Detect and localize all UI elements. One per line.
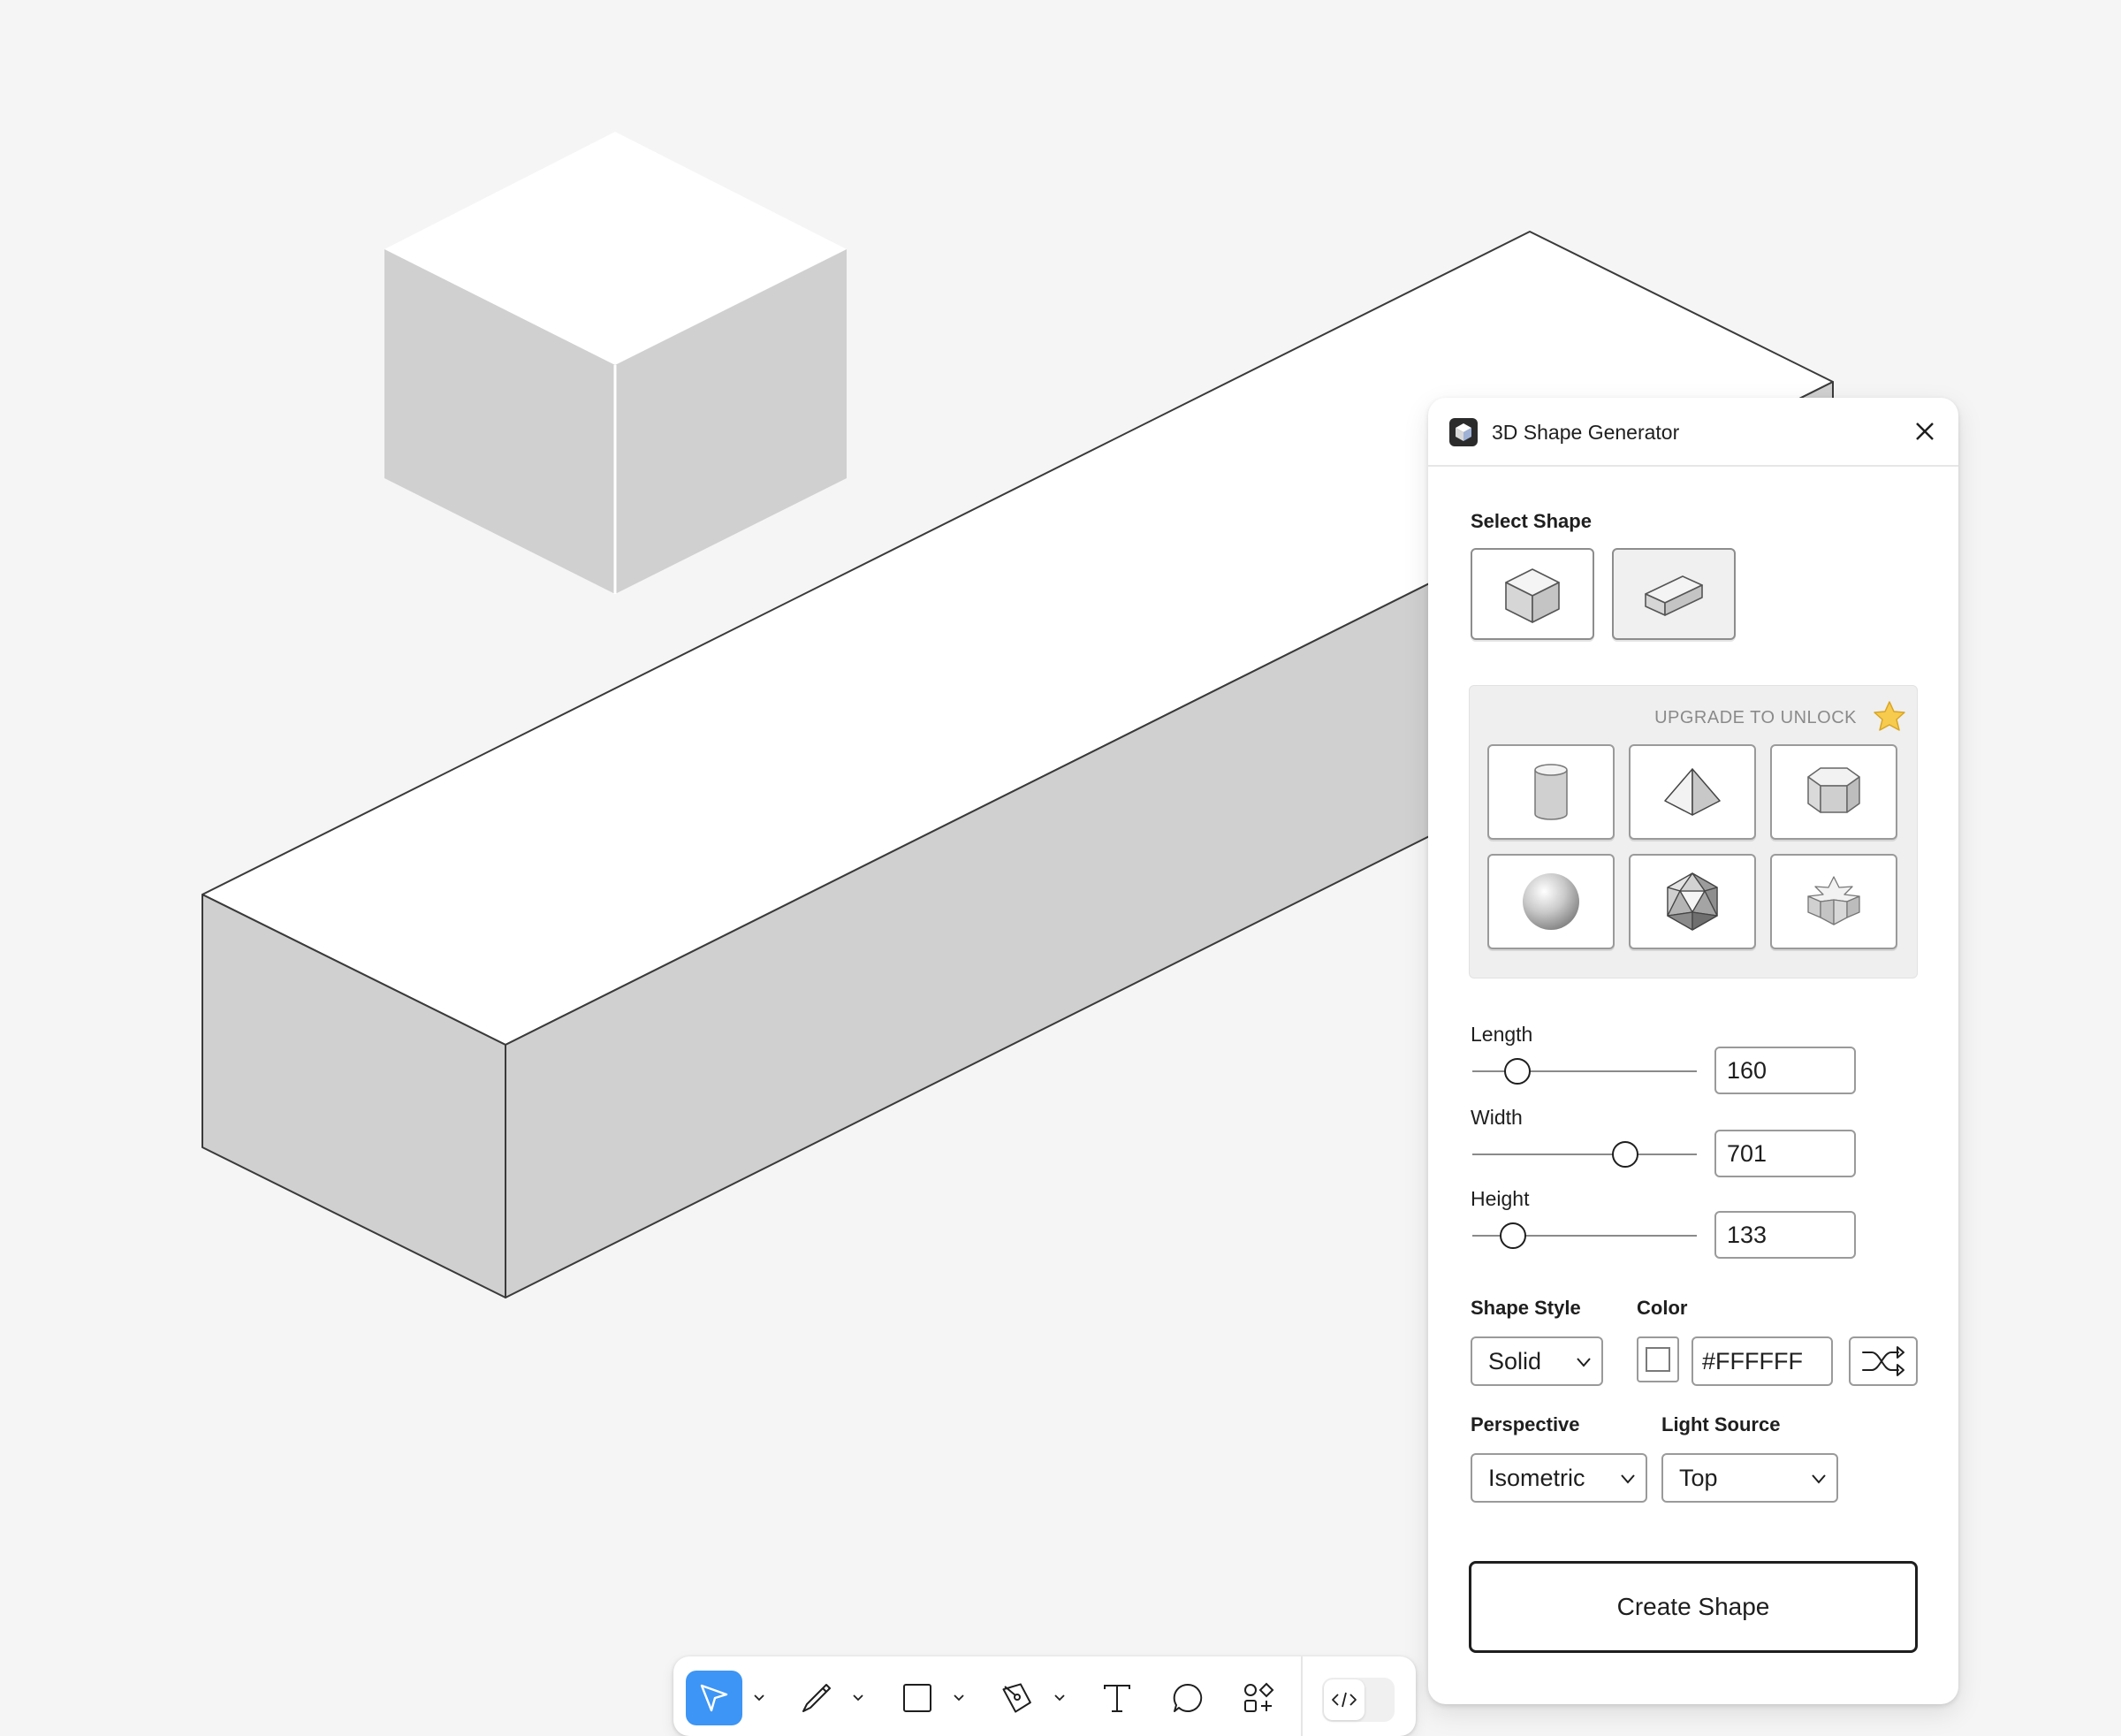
rectangular-prism-icon xyxy=(1645,575,1703,616)
move-tool-dropdown[interactable] xyxy=(748,1671,771,1725)
pyramid-icon xyxy=(1664,768,1721,816)
shape-hexagonal-prism-button[interactable] xyxy=(1770,744,1897,840)
length-input[interactable]: 160 xyxy=(1714,1047,1856,1094)
rectangle-tool-button[interactable] xyxy=(893,1671,942,1725)
cursor-arrow-icon xyxy=(700,1684,728,1712)
color-swatch[interactable] xyxy=(1637,1336,1679,1382)
width-slider-thumb[interactable] xyxy=(1611,1141,1638,1168)
plugin-panel: 3D Shape Generator Select Shape UPGRADE … xyxy=(1428,398,1958,1704)
shape-box-button[interactable] xyxy=(1612,548,1736,640)
shape-style-select[interactable]: Solid xyxy=(1471,1336,1603,1386)
color-swatch-fill xyxy=(1646,1347,1670,1372)
comment-bubble-icon xyxy=(1173,1683,1203,1712)
width-label: Width xyxy=(1471,1106,1523,1129)
shuffle-icon xyxy=(1862,1346,1904,1376)
chevron-down-icon xyxy=(1621,1474,1635,1484)
code-icon xyxy=(1332,1692,1357,1708)
star-prism-icon xyxy=(1807,876,1860,925)
length-slider-thumb[interactable] xyxy=(1503,1058,1531,1085)
cube-shape-icon xyxy=(1505,568,1560,623)
rectangle-tool-dropdown[interactable] xyxy=(947,1671,970,1725)
pencil-icon xyxy=(802,1684,831,1712)
sphere-icon xyxy=(1523,873,1579,930)
color-label: Color xyxy=(1637,1297,1688,1319)
plugin-cube-icon xyxy=(1449,418,1478,446)
upgrade-label[interactable]: UPGRADE TO UNLOCK xyxy=(1654,707,1857,728)
length-slider[interactable] xyxy=(1472,1057,1697,1085)
shape-style-value: Solid xyxy=(1488,1348,1542,1374)
shape-star-prism-button[interactable] xyxy=(1770,854,1897,949)
random-color-button[interactable] xyxy=(1849,1336,1918,1386)
pen-tool-button[interactable] xyxy=(993,1671,1043,1725)
move-tool-button[interactable] xyxy=(686,1671,742,1725)
shape-cylinder-button[interactable] xyxy=(1487,744,1615,840)
bottom-toolbar xyxy=(673,1656,1416,1736)
shape-cube-button[interactable] xyxy=(1471,548,1594,640)
chevron-down-icon xyxy=(1812,1474,1826,1484)
shape-icosahedron-button[interactable] xyxy=(1629,854,1756,949)
pencil-tool-dropdown[interactable] xyxy=(847,1671,870,1725)
light-source-label: Light Source xyxy=(1661,1413,1781,1435)
comment-tool-button[interactable] xyxy=(1163,1671,1213,1725)
width-input[interactable]: 701 xyxy=(1714,1130,1856,1177)
perspective-value: Isometric xyxy=(1488,1465,1585,1491)
cylinder-icon xyxy=(1534,764,1568,820)
text-tool-button[interactable] xyxy=(1092,1671,1142,1725)
select-shape-label: Select Shape xyxy=(1471,510,1592,532)
height-slider-thumb[interactable] xyxy=(1499,1222,1526,1249)
pencil-tool-button[interactable] xyxy=(792,1671,841,1725)
actions-tool-button[interactable] xyxy=(1234,1671,1283,1725)
height-slider[interactable] xyxy=(1472,1222,1697,1250)
chevron-down-icon xyxy=(754,1694,764,1702)
panel-title: 3D Shape Generator xyxy=(1492,421,1680,444)
small-cube[interactable] xyxy=(384,132,847,594)
create-shape-button[interactable]: Create Shape xyxy=(1469,1561,1918,1653)
height-label: Height xyxy=(1471,1187,1530,1210)
rectangle-icon xyxy=(903,1684,931,1712)
chevron-down-icon xyxy=(954,1694,964,1702)
length-label: Length xyxy=(1471,1023,1533,1046)
locked-shapes-section: UPGRADE TO UNLOCK xyxy=(1469,685,1918,978)
icosahedron-icon xyxy=(1667,872,1718,931)
shape-sphere-button[interactable] xyxy=(1487,854,1615,949)
chevron-down-icon xyxy=(1054,1694,1065,1702)
chevron-down-icon xyxy=(853,1694,863,1702)
perspective-select[interactable]: Isometric xyxy=(1471,1453,1647,1503)
width-slider[interactable] xyxy=(1472,1140,1697,1169)
shapes-grid-icon xyxy=(1244,1682,1274,1712)
light-source-value: Top xyxy=(1679,1465,1718,1491)
pen-tool-dropdown[interactable] xyxy=(1048,1671,1071,1725)
chevron-down-icon xyxy=(1577,1358,1591,1367)
shape-style-label: Shape Style xyxy=(1471,1297,1581,1319)
width-slider-track xyxy=(1472,1154,1697,1155)
panel-header: 3D Shape Generator xyxy=(1428,398,1958,467)
star-icon xyxy=(1874,701,1905,731)
toolbar-divider xyxy=(1301,1656,1303,1736)
hexagonal-prism-icon xyxy=(1807,767,1860,813)
color-hex-input[interactable]: #FFFFFF xyxy=(1691,1336,1833,1386)
shape-pyramid-button[interactable] xyxy=(1629,744,1756,840)
perspective-label: Perspective xyxy=(1471,1413,1580,1435)
text-icon xyxy=(1104,1685,1130,1712)
height-input[interactable]: 133 xyxy=(1714,1211,1856,1259)
dev-mode-knob xyxy=(1324,1679,1365,1720)
close-icon[interactable] xyxy=(1909,415,1941,447)
pen-nib-icon xyxy=(1002,1683,1031,1713)
light-source-select[interactable]: Top xyxy=(1661,1453,1838,1503)
dev-mode-toggle[interactable] xyxy=(1322,1678,1395,1722)
